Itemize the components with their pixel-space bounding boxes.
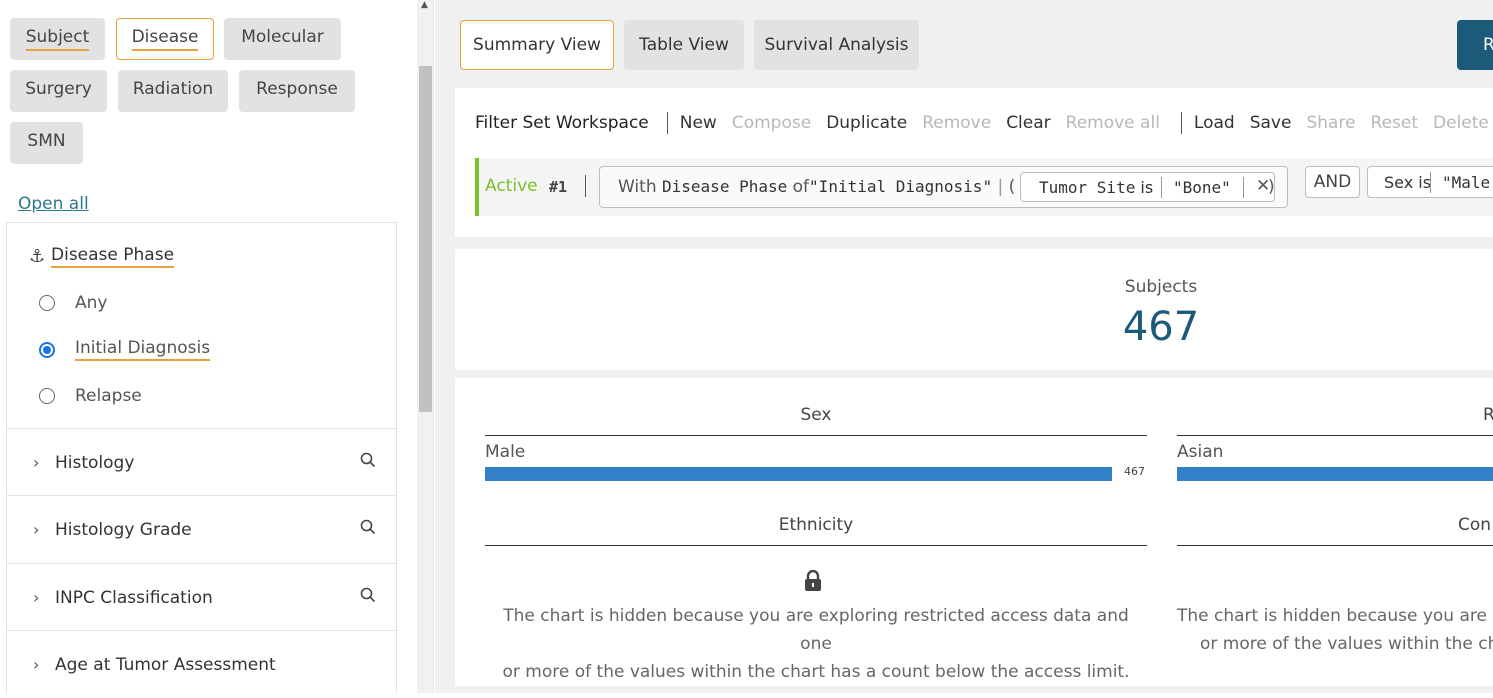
restricted-chart-message: The chart is hidden because you are e or… (1177, 606, 1493, 654)
tab-subject[interactable]: Subject (10, 18, 105, 60)
duplicate-button[interactable]: Duplicate (826, 113, 907, 133)
chart-divider (1177, 435, 1493, 436)
tab-surgery[interactable]: Surgery (10, 70, 107, 112)
filter-set-workspace: Filter Set Workspace New Compose Duplica… (455, 88, 1493, 237)
scrollbar-thumb[interactable] (419, 66, 432, 412)
chevron-right-icon: › (33, 655, 40, 674)
chart-divider (485, 435, 1147, 436)
top-right-action-button[interactable]: R (1457, 20, 1493, 70)
toolbar-divider (1180, 112, 1182, 134)
bar-value-male: 467 (1124, 465, 1145, 478)
disease-phase-title: Disease Phase (51, 245, 175, 268)
tab-response[interactable]: Response (239, 70, 355, 112)
tab-survival-analysis[interactable]: Survival Analysis (754, 20, 919, 70)
facet-list: ⚓ Disease Phase Any Initial Diagnosis Re… (6, 222, 397, 693)
tab-smn[interactable]: SMN (10, 122, 83, 164)
remove-button[interactable]: Remove (922, 113, 991, 133)
bar-label-male: Male (485, 442, 526, 462)
workspace-toolbar: Filter Set Workspace New Compose Duplica… (475, 112, 1493, 134)
chart-title-sex: Sex (800, 405, 832, 425)
remove-all-button[interactable]: Remove all (1066, 113, 1160, 133)
chart-divider (485, 545, 1147, 546)
disease-phase-header[interactable]: ⚓ Disease Phase (29, 245, 175, 268)
filter-pill-tumor-site[interactable]: Tumor Site is "Bone" ✕ (1020, 172, 1275, 202)
divider (585, 175, 586, 197)
option-initial-diagnosis[interactable]: Initial Diagnosis (39, 338, 211, 361)
chart-title-race: R (1483, 405, 1493, 425)
subjects-summary: Subjects 467 (455, 249, 1493, 370)
option-relapse[interactable]: Relapse (39, 386, 142, 406)
radio-relapse[interactable] (39, 388, 55, 404)
save-button[interactable]: Save (1250, 113, 1292, 133)
chevron-right-icon: › (33, 520, 40, 539)
facet-inpc-classification[interactable]: › INPC Classification (7, 563, 396, 631)
tab-disease[interactable]: Disease (116, 18, 214, 60)
filter-panel: Subject Disease Molecular Surgery Radiat… (0, 0, 417, 693)
scroll-up-arrow-icon[interactable]: ▲ (421, 0, 428, 10)
main-content: Summary View Table View Survival Analysi… (435, 0, 1493, 693)
chart-divider (1177, 545, 1493, 546)
chevron-right-icon: › (33, 588, 40, 607)
clear-button[interactable]: Clear (1006, 113, 1050, 133)
facet-age-at-tumor-assessment[interactable]: › Age at Tumor Assessment (7, 630, 396, 698)
workspace-title: Filter Set Workspace (475, 113, 649, 133)
option-any[interactable]: Any (39, 293, 107, 313)
filter-pill-sex[interactable]: Sex is "Male (1367, 166, 1493, 198)
bar-label-asian: Asian (1177, 442, 1224, 462)
active-filter-set: Active #1 With Disease Phase of"Initial … (475, 158, 1493, 216)
tab-table-view[interactable]: Table View (624, 20, 744, 70)
search-icon[interactable] (360, 452, 380, 473)
facet-histology[interactable]: › Histology (7, 428, 396, 496)
reset-button[interactable]: Reset (1371, 113, 1419, 133)
subjects-label: Subjects (1124, 277, 1198, 297)
facet-histology-grade[interactable]: › Histology Grade (7, 495, 396, 563)
delete-button[interactable]: Delete (1433, 113, 1489, 133)
new-button[interactable]: New (680, 113, 717, 133)
chart-title-ethnicity: Ethnicity (778, 515, 854, 535)
left-panel-scrollbar[interactable]: ▲ (417, 0, 434, 693)
summary-charts: Sex Male 467 R Asian Ethnicity The chart… (455, 378, 1493, 686)
subjects-count: 467 (1122, 304, 1200, 350)
restricted-chart-message: The chart is hidden because you are expl… (502, 606, 1130, 682)
compose-button[interactable]: Compose (732, 113, 811, 133)
filter-set-index: #1 (549, 178, 568, 196)
anchor-icon: ⚓ (29, 246, 46, 267)
open-all-link[interactable]: Open all (18, 194, 89, 214)
chart-title-consent: Con (1458, 515, 1492, 535)
search-icon[interactable] (360, 519, 380, 540)
toolbar-divider (666, 112, 668, 134)
radio-initial-diagnosis[interactable] (39, 341, 55, 358)
search-icon[interactable] (360, 587, 380, 608)
tab-molecular[interactable]: Molecular (224, 18, 341, 60)
tab-radiation[interactable]: Radiation (118, 70, 228, 112)
load-button[interactable]: Load (1194, 113, 1235, 133)
tab-summary-view[interactable]: Summary View (460, 20, 614, 70)
active-label: Active (485, 176, 538, 196)
chevron-right-icon: › (33, 453, 40, 472)
filter-pill-disease-phase[interactable]: With Disease Phase of"Initial Diagnosis"… (599, 166, 1288, 208)
radio-any[interactable] (39, 295, 55, 311)
bar-male[interactable] (485, 467, 1112, 481)
and-operator-button[interactable]: AND (1305, 166, 1360, 198)
lock-icon (804, 569, 822, 596)
bar-asian[interactable] (1177, 467, 1493, 481)
share-button[interactable]: Share (1306, 113, 1355, 133)
